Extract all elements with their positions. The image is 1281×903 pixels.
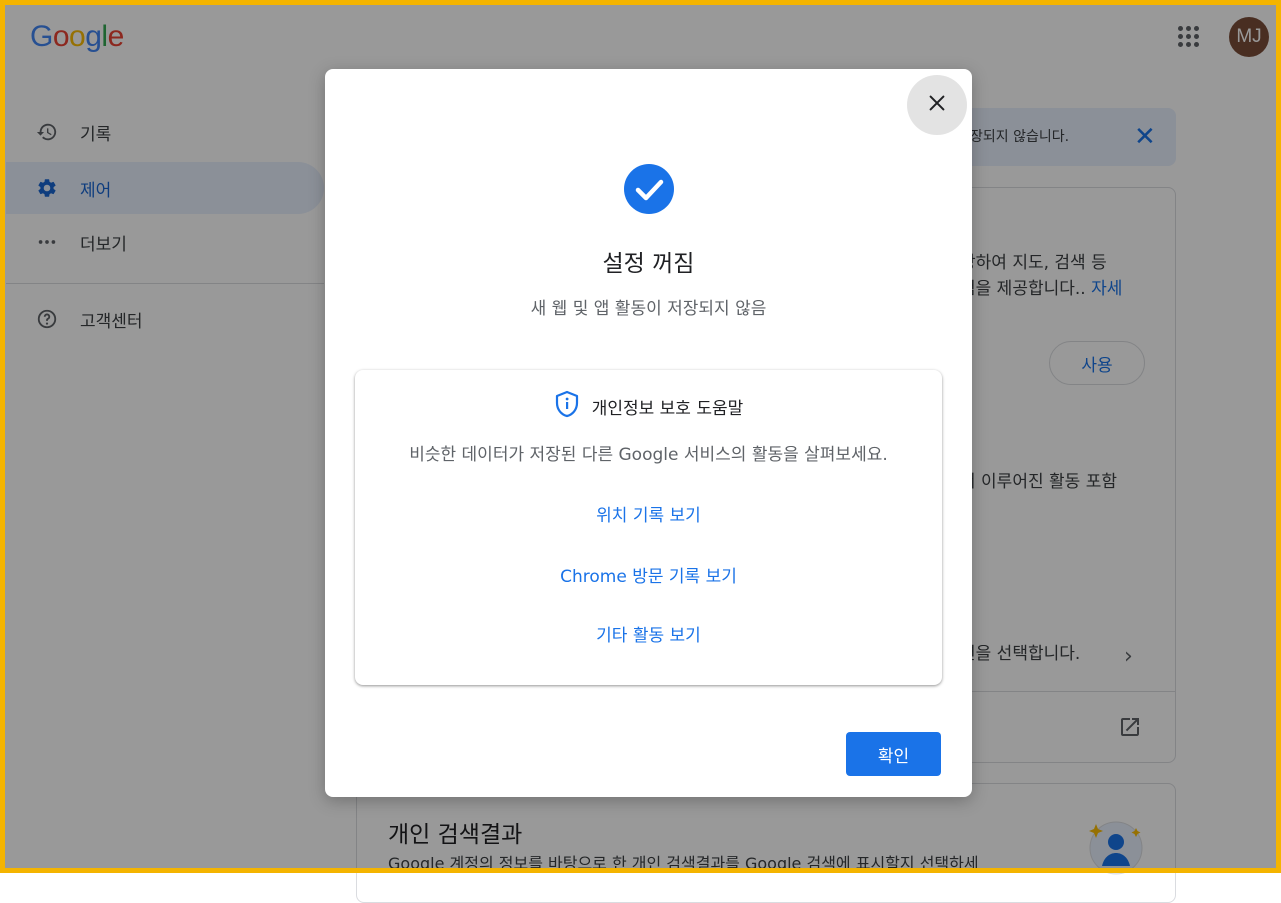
chrome-history-link[interactable]: Chrome 방문 기록 보기 bbox=[355, 562, 942, 587]
shield-info-icon bbox=[554, 390, 580, 422]
close-dialog-button[interactable] bbox=[907, 75, 967, 135]
dialog-subtitle: 새 웹 및 앱 활동이 저장되지 않음 bbox=[530, 299, 767, 319]
privacy-tips-label: 개인정보 보호 도움말 bbox=[591, 398, 744, 419]
privacy-tips-card: 개인정보 보호 도움말 비슷한 데이터가 저장된 다른 Google 서비스의 … bbox=[355, 370, 942, 685]
location-history-link[interactable]: 위치 기록 보기 bbox=[355, 501, 942, 526]
dialog-title: 설정 꺼짐 bbox=[602, 251, 695, 277]
privacy-tips-description: 비슷한 데이터가 저장된 다른 Google 서비스의 활동을 살펴보세요. bbox=[409, 445, 888, 465]
settings-off-dialog: 설정 꺼짐 새 웹 및 앱 활동이 저장되지 않음 개인정보 보호 도움말 비슷… bbox=[325, 69, 972, 797]
close-icon bbox=[926, 92, 948, 118]
ok-button[interactable]: 확인 bbox=[846, 732, 941, 776]
check-circle-icon bbox=[624, 164, 674, 218]
privacy-tips-header: 개인정보 보호 도움말 bbox=[355, 390, 942, 422]
other-activity-link[interactable]: 기타 활동 보기 bbox=[355, 621, 942, 646]
